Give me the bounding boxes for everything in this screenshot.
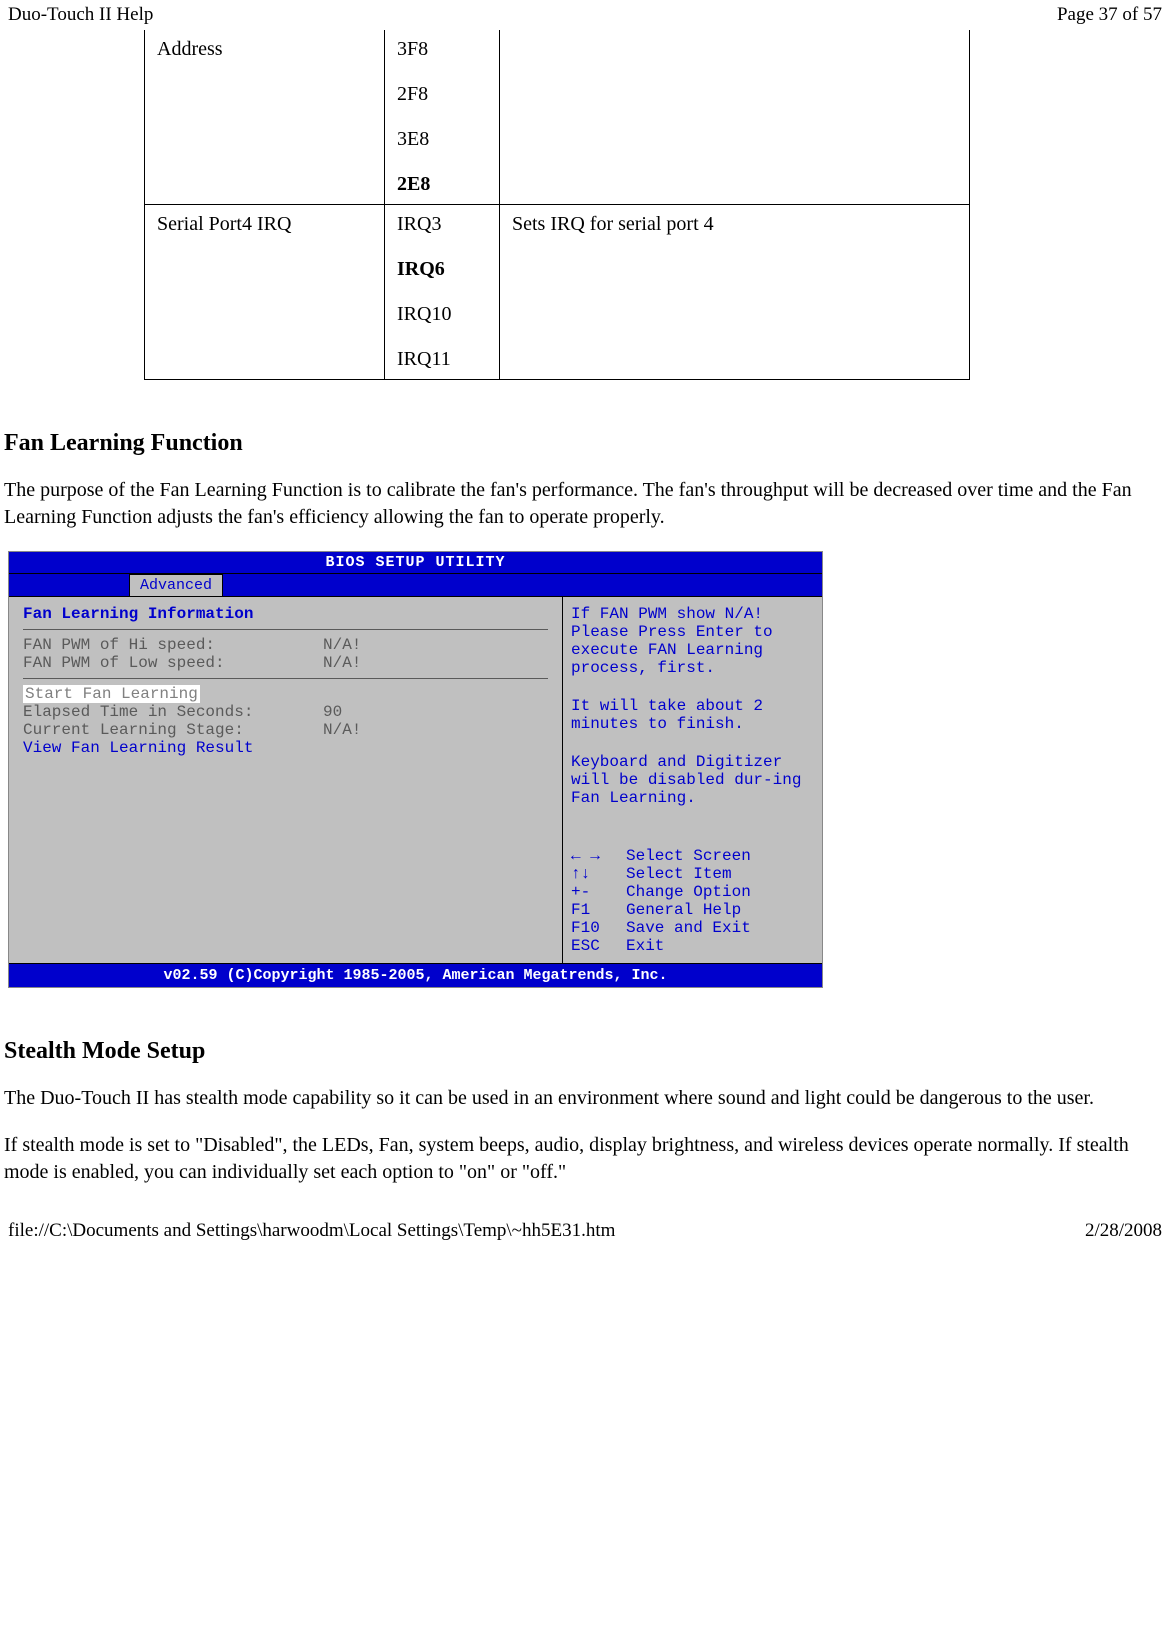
cell-options: IRQ3 IRQ6 IRQ10 IRQ11 xyxy=(385,205,500,380)
key: ← → xyxy=(571,847,626,865)
bios-right-panel: If FAN PWM show N/A! Please Press Enter … xyxy=(562,597,822,963)
page-footer: file://C:\Documents and Settings\harwood… xyxy=(0,1216,1170,1246)
header-page-info: Page 37 of 57 xyxy=(1057,4,1162,26)
settings-table: Address 3F8 2F8 3E8 2E8 Serial Port4 IRQ… xyxy=(144,30,970,380)
bios-label: Current Learning Stage: xyxy=(23,721,323,739)
bios-info-row: FAN PWM of Low speed: N/A! xyxy=(23,654,548,672)
key: ESC xyxy=(571,937,626,955)
paragraph: The Duo-Touch II has stealth mode capabi… xyxy=(4,1085,1166,1112)
footer-path: file://C:\Documents and Settings\harwood… xyxy=(8,1220,615,1242)
cell-options: 3F8 2F8 3E8 2E8 xyxy=(385,30,500,205)
bios-label: Elapsed Time in Seconds: xyxy=(23,703,323,721)
divider xyxy=(23,678,548,679)
key-action: Change Option xyxy=(626,883,751,901)
bios-label: FAN PWM of Low speed: xyxy=(23,654,323,672)
bios-title: BIOS SETUP UTILITY xyxy=(9,552,822,574)
bios-tabs: Advanced xyxy=(9,574,822,597)
option-selected: 2E8 xyxy=(397,173,487,196)
heading-fan-learning: Fan Learning Function xyxy=(4,430,1166,457)
bios-left-panel: Fan Learning Information FAN PWM of Hi s… xyxy=(9,597,562,963)
bios-value: N/A! xyxy=(323,721,361,739)
bios-help-text: If FAN PWM show N/A! Please Press Enter … xyxy=(571,605,814,677)
bios-key-legend: ← →Select Screen ↑↓Select Item +-Change … xyxy=(571,847,814,955)
option: 3E8 xyxy=(397,128,487,151)
key-action: General Help xyxy=(626,901,741,919)
page-header: Duo-Touch II Help Page 37 of 57 xyxy=(0,0,1170,30)
table-row: Serial Port4 IRQ IRQ3 IRQ6 IRQ10 IRQ11 S… xyxy=(145,205,970,380)
key-action: Save and Exit xyxy=(626,919,751,937)
page-content: Address 3F8 2F8 3E8 2E8 Serial Port4 IRQ… xyxy=(0,30,1170,1186)
bios-start-learning: Start Fan Learning xyxy=(23,685,548,703)
key-action: Select Screen xyxy=(626,847,751,865)
bios-value: N/A! xyxy=(323,654,361,672)
heading-stealth-mode: Stealth Mode Setup xyxy=(4,1038,1166,1065)
key-action: Exit xyxy=(626,937,664,955)
divider xyxy=(23,629,548,630)
bios-tab-advanced: Advanced xyxy=(129,574,223,596)
paragraph: If stealth mode is set to "Disabled", th… xyxy=(4,1132,1166,1186)
cell-description xyxy=(500,30,970,205)
option: IRQ11 xyxy=(397,348,487,371)
header-title: Duo-Touch II Help xyxy=(8,4,153,26)
option-selected: IRQ6 xyxy=(397,258,487,281)
key-action: Select Item xyxy=(626,865,732,883)
key: F1 xyxy=(571,901,626,919)
footer-date: 2/28/2008 xyxy=(1085,1220,1162,1242)
bios-footer: v02.59 (C)Copyright 1985-2005, American … xyxy=(9,963,822,987)
bios-value: N/A! xyxy=(323,636,361,654)
bios-screenshot: BIOS SETUP UTILITY Advanced Fan Learning… xyxy=(8,551,823,988)
bios-help-text: It will take about 2 minutes to finish. xyxy=(571,697,814,733)
cell-setting: Address xyxy=(145,30,385,205)
paragraph: The purpose of the Fan Learning Function… xyxy=(4,477,1166,531)
bios-info-row: FAN PWM of Hi speed: N/A! xyxy=(23,636,548,654)
bios-info-row: Current Learning Stage: N/A! xyxy=(23,721,548,739)
cell-setting: Serial Port4 IRQ xyxy=(145,205,385,380)
bios-highlighted-item: Start Fan Learning xyxy=(23,685,200,703)
bios-panel-title: Fan Learning Information xyxy=(23,605,548,623)
bios-view-result: View Fan Learning Result xyxy=(23,739,548,757)
bios-label: FAN PWM of Hi speed: xyxy=(23,636,323,654)
option: 3F8 xyxy=(397,38,487,61)
option: 2F8 xyxy=(397,83,487,106)
option: IRQ3 xyxy=(397,213,487,236)
option: IRQ10 xyxy=(397,303,487,326)
key: ↑↓ xyxy=(571,865,626,883)
key: F10 xyxy=(571,919,626,937)
key: +- xyxy=(571,883,626,901)
bios-help-text: Keyboard and Digitizer will be disabled … xyxy=(571,753,814,807)
cell-description: Sets IRQ for serial port 4 xyxy=(500,205,970,380)
bios-body: Fan Learning Information FAN PWM of Hi s… xyxy=(9,597,822,963)
bios-value: 90 xyxy=(323,703,342,721)
table-row: Address 3F8 2F8 3E8 2E8 xyxy=(145,30,970,205)
bios-info-row: Elapsed Time in Seconds: 90 xyxy=(23,703,548,721)
